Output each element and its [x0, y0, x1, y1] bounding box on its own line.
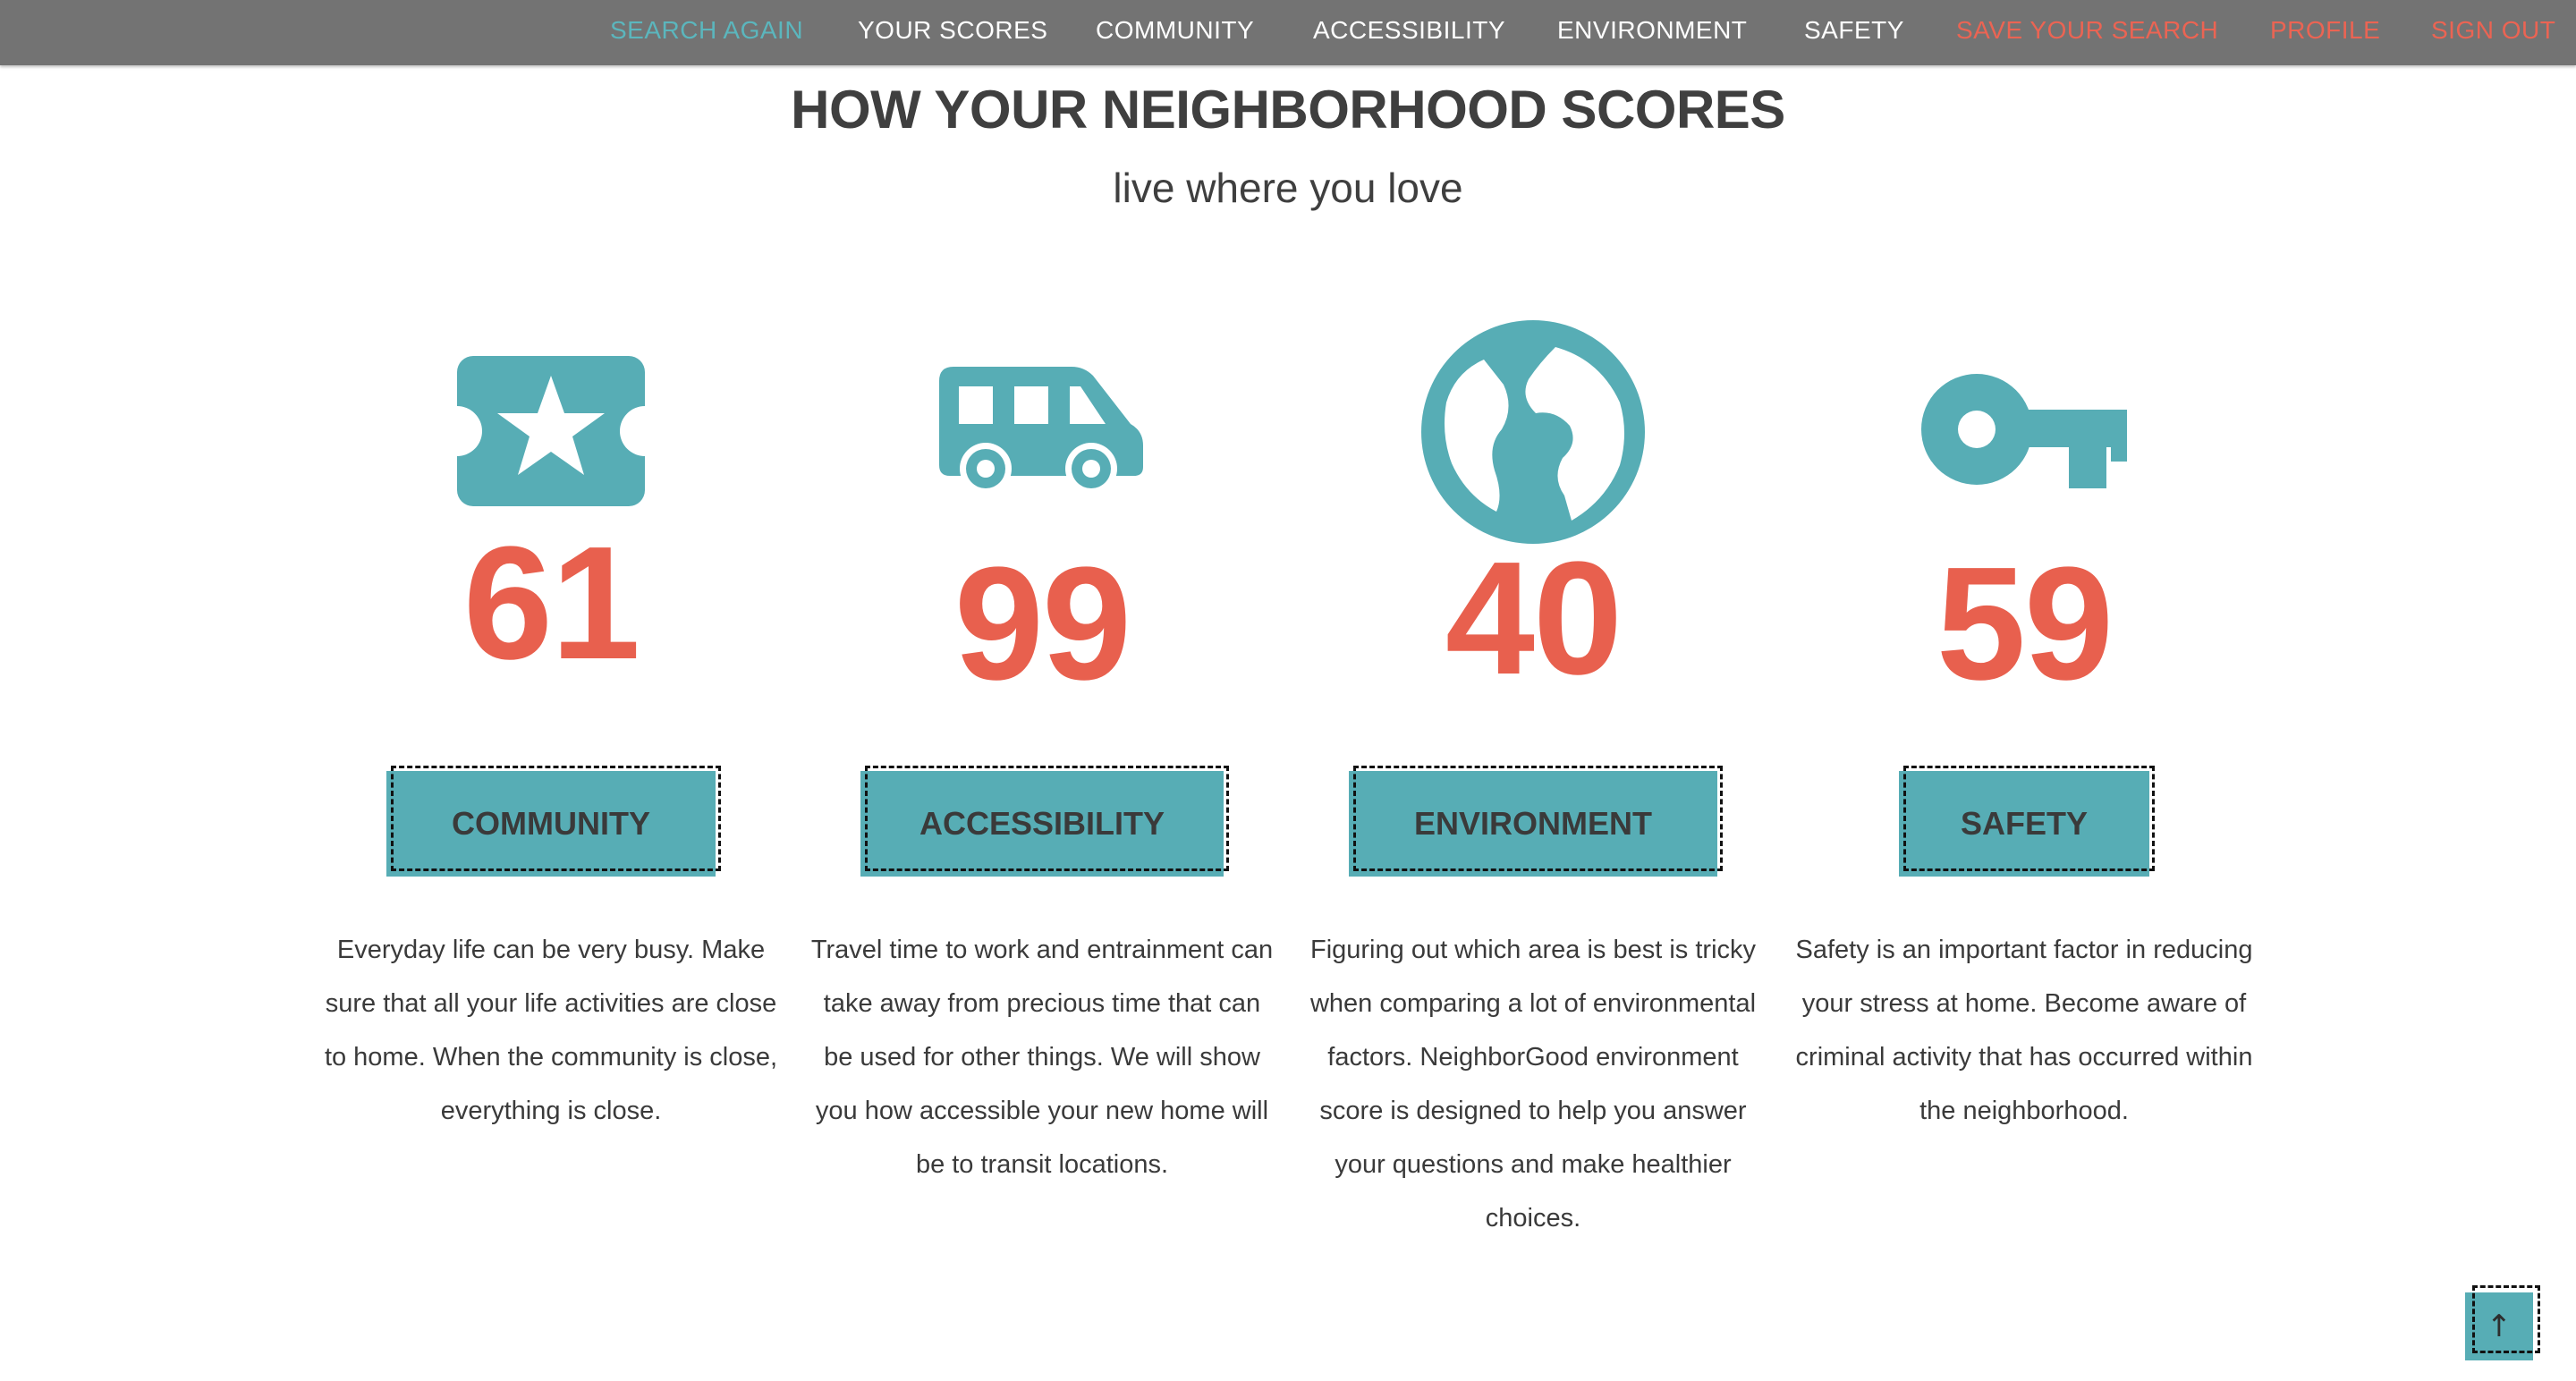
nav-your-scores-link[interactable]: YOUR SCORES	[858, 0, 1047, 65]
page-subtitle: live where you love	[1113, 165, 1463, 211]
community-description: Everyday life can be very busy. Make sur…	[324, 936, 778, 1125]
ticket-star-icon	[318, 356, 784, 511]
environment-description: Figuring out which area is best is trick…	[1309, 936, 1757, 1233]
accessibility-description: Travel time to work and entrainment can …	[810, 936, 1274, 1179]
safety-description: Safety is an important factor in reducin…	[1795, 936, 2253, 1125]
accessibility-score: 99	[953, 534, 1131, 714]
environment-score: 40	[1445, 529, 1623, 708]
nav-community-link[interactable]: COMMUNITY	[1096, 0, 1254, 65]
nav-profile-link[interactable]: PROFILE	[2270, 0, 2380, 65]
accessibility-button[interactable]: ACCESSIBILITY	[860, 766, 1229, 877]
community-score: 61	[462, 513, 640, 693]
globe-icon	[1301, 320, 1766, 548]
safety-button[interactable]: SAFETY	[1899, 766, 2155, 877]
community-button[interactable]: COMMUNITY	[386, 766, 721, 877]
key-icon	[1792, 374, 2257, 493]
arrow-up-icon: ↑	[2486, 1309, 2512, 1344]
back-to-top-button[interactable]: ↑	[2465, 1285, 2540, 1360]
page-title: HOW YOUR NEIGHBORHOOD SCORES	[791, 80, 1785, 140]
nav-sign-out-link[interactable]: SIGN OUT	[2431, 0, 2555, 65]
nav-accessibility-link[interactable]: ACCESSIBILITY	[1313, 0, 1505, 65]
safety-score: 59	[1936, 534, 2114, 714]
top-navbar: SEARCH AGAIN YOUR SCORES COMMUNITY ACCES…	[0, 0, 2576, 65]
nav-save-search-link[interactable]: SAVE YOUR SEARCH	[1956, 0, 2218, 65]
nav-environment-link[interactable]: ENVIRONMENT	[1557, 0, 1747, 65]
nav-search-again-link[interactable]: SEARCH AGAIN	[610, 0, 803, 65]
nav-safety-link[interactable]: SAFETY	[1804, 0, 1904, 65]
environment-button[interactable]: ENVIRONMENT	[1349, 766, 1723, 877]
van-icon	[809, 367, 1275, 502]
